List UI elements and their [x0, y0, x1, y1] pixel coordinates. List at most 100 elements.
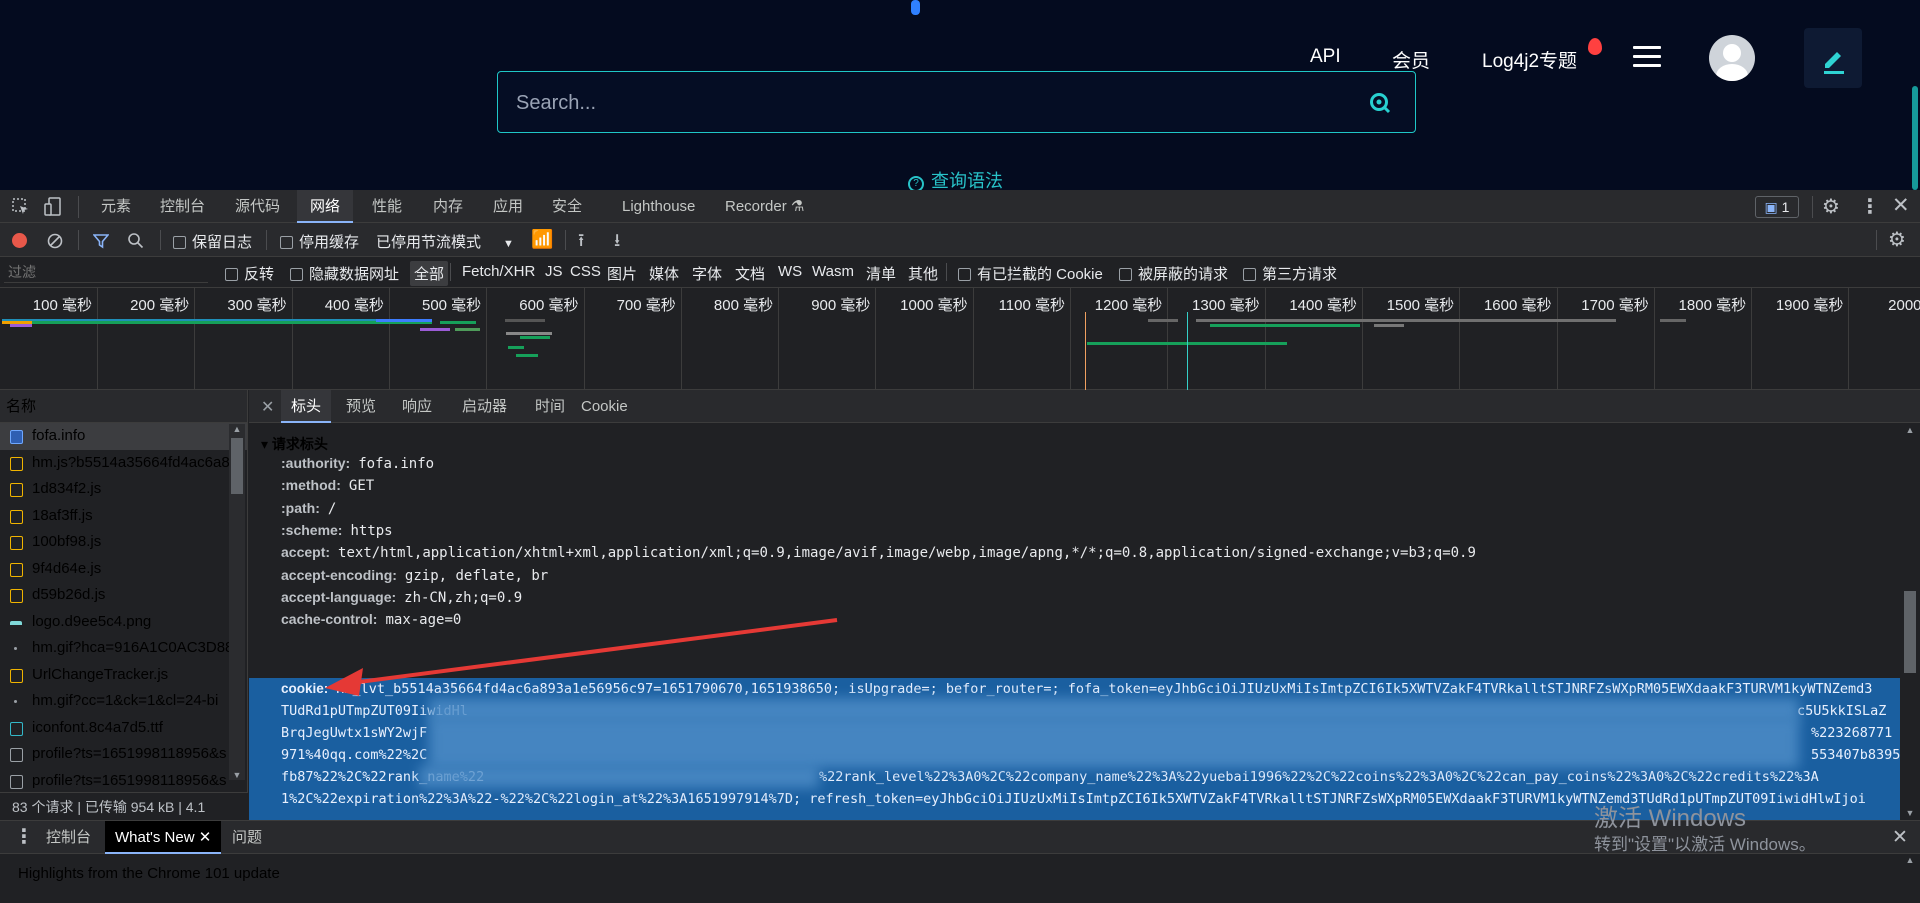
timeline-tick-label: 2000 毫 [1888, 297, 1920, 314]
request-row[interactable]: logo.d9ee5c4.png [0, 609, 247, 636]
request-row[interactable]: 9f4d64e.js [0, 556, 247, 583]
hide-data-urls-checkbox[interactable]: 隐藏数据网址 [290, 263, 399, 284]
filter-type-media[interactable]: 媒体 [649, 263, 679, 284]
invert-checkbox[interactable]: 反转 [225, 263, 274, 284]
tab-timing[interactable]: 时间 [527, 390, 573, 423]
request-row[interactable]: profile?ts=1651998118956&s [0, 768, 247, 795]
request-row[interactable]: fofa.info [0, 423, 247, 450]
record-icon[interactable] [12, 233, 27, 248]
tab-performance[interactable]: 性能 [359, 190, 415, 223]
close-drawer-icon[interactable]: ✕ [1892, 826, 1908, 849]
tab-application[interactable]: 应用 [480, 190, 536, 223]
js-file-icon [10, 536, 23, 550]
request-row[interactable]: 100bf98.js [0, 529, 247, 556]
network-settings-gear-icon[interactable]: ⚙ [1888, 227, 1906, 252]
filter-type-other[interactable]: 其他 [908, 263, 938, 284]
blocked-requests-checkbox[interactable]: 被屏蔽的请求 [1119, 263, 1228, 284]
issues-badge[interactable]: ▣ 1 [1755, 196, 1799, 218]
hamburger-menu-icon[interactable] [1633, 46, 1661, 68]
tab-elements[interactable]: 元素 [88, 190, 144, 223]
filter-type-doc[interactable]: 文档 [735, 263, 765, 284]
tab-response[interactable]: 响应 [394, 390, 440, 423]
filter-type-wasm[interactable]: Wasm [812, 263, 854, 280]
request-header-row[interactable]: accept: text/html,application/xhtml+xml,a… [281, 541, 1476, 564]
query-syntax-label[interactable]: 查询语法 [931, 171, 1003, 191]
request-row[interactable]: 18af3ff.js [0, 503, 247, 530]
page-scrollbar[interactable] [1912, 86, 1918, 190]
tab-initiator[interactable]: 启动器 [454, 390, 515, 423]
network-conditions-icon[interactable]: 📶 [531, 229, 553, 250]
search-icon[interactable] [1369, 92, 1391, 114]
request-header-row[interactable]: :method: GET [281, 474, 374, 497]
request-row[interactable]: hm.gif?hca=916A1C0AC3D88 [0, 635, 247, 662]
filter-type-ws[interactable]: WS [778, 263, 802, 280]
drawer-tab-whats-new[interactable]: What's New ✕ [105, 821, 222, 854]
tab-console[interactable]: 控制台 [147, 190, 218, 223]
filter-type-all[interactable]: 全部 [410, 261, 449, 286]
request-row[interactable]: profile?ts=1651998118956&s [0, 741, 247, 768]
preserve-log-checkbox[interactable]: 保留日志 [173, 231, 252, 252]
tab-headers[interactable]: 标头 [281, 390, 332, 423]
filter-type-img[interactable]: 图片 [607, 263, 637, 284]
request-header-row[interactable]: :path: / [281, 497, 336, 520]
filter-input[interactable] [4, 261, 208, 283]
details-scrollbar[interactable]: ▲ ▼ [1900, 423, 1920, 820]
clear-icon[interactable] [47, 233, 63, 249]
filter-type-manifest[interactable]: 清单 [866, 263, 896, 284]
blocked-cookies-checkbox[interactable]: 有已拦截的 Cookie [958, 263, 1103, 284]
filter-type-xhr[interactable]: Fetch/XHR [462, 263, 535, 280]
tab-lighthouse[interactable]: Lighthouse [609, 190, 708, 223]
drawer-menu-icon[interactable]: ⋮ [14, 824, 34, 849]
name-column-header[interactable]: 名称 [0, 390, 247, 423]
filter-type-css[interactable]: CSS [570, 263, 601, 280]
request-row[interactable]: 1d834f2.js [0, 476, 247, 503]
tab-sources[interactable]: 源代码 [222, 190, 293, 223]
dot-file-icon [14, 647, 17, 650]
third-party-checkbox[interactable]: 第三方请求 [1243, 263, 1337, 284]
request-list-scrollbar[interactable]: ▲ ▼ [229, 424, 245, 780]
request-row[interactable]: hm.gif?cc=1&ck=1&cl=24-bi [0, 688, 247, 715]
close-tab-icon[interactable]: ✕ [199, 829, 212, 846]
request-header-row[interactable]: :authority: fofa.info [281, 452, 434, 475]
tab-cookies[interactable]: Cookie [573, 390, 636, 423]
edit-button[interactable] [1804, 28, 1862, 88]
more-options-icon[interactable]: ⋮ [1860, 194, 1880, 219]
device-toolbar-icon[interactable] [44, 197, 62, 217]
network-overview-timeline[interactable]: 100 毫秒 200 毫秒 300 毫秒 400 毫秒 500 毫秒 600 毫秒 700 … [0, 288, 1920, 390]
request-header-row[interactable]: accept-language: zh-CN,zh;q=0.9 [281, 586, 522, 609]
filter-type-js[interactable]: JS [545, 263, 563, 280]
request-headers-section[interactable]: ▾ 请求标头 [261, 434, 328, 454]
nav-link-log4j[interactable]: Log4j2专题 [1482, 46, 1577, 73]
export-har-icon[interactable]: ⭳ [614, 228, 620, 258]
nav-link-member[interactable]: 会员 [1392, 46, 1430, 73]
inspect-icon[interactable] [12, 198, 30, 216]
request-row[interactable]: hm.js?b5514a35664fd4ac6a8 [0, 450, 247, 477]
filter-type-font[interactable]: 字体 [692, 263, 722, 284]
import-har-icon[interactable]: ⭱ [578, 228, 584, 258]
close-details-icon[interactable]: ✕ [261, 397, 274, 417]
nav-link-api[interactable]: API [1310, 46, 1341, 68]
request-row[interactable]: UrlChangeTracker.js [0, 662, 247, 689]
request-row[interactable]: iconfont.8c4a7d5.ttf [0, 715, 247, 742]
search-icon[interactable] [127, 232, 144, 249]
filter-icon[interactable] [93, 233, 109, 249]
avatar[interactable] [1709, 35, 1755, 81]
drawer-tab-console[interactable]: 控制台 [34, 821, 103, 854]
throttling-select[interactable]: 已停用节流模式 ▼ [376, 231, 514, 252]
tab-preview[interactable]: 预览 [338, 390, 384, 423]
annotation-arrow [325, 618, 838, 696]
request-row[interactable]: d59b26d.js [0, 582, 247, 609]
tab-recorder[interactable]: Recorder ⚗ [712, 190, 817, 223]
request-header-row[interactable]: :scheme: https [281, 519, 393, 542]
search-box[interactable] [497, 71, 1416, 133]
settings-gear-icon[interactable]: ⚙ [1822, 194, 1840, 219]
drawer-tab-issues[interactable]: 问题 [222, 821, 272, 854]
tab-security[interactable]: 安全 [539, 190, 595, 223]
tab-memory[interactable]: 内存 [420, 190, 476, 223]
search-input[interactable] [516, 88, 1336, 118]
disable-cache-checkbox[interactable]: 停用缓存 [280, 231, 359, 252]
tab-network[interactable]: 网络 [297, 190, 354, 223]
close-devtools-icon[interactable]: ✕ [1892, 193, 1910, 218]
drawer-scrollbar[interactable]: ▲ [1902, 855, 1918, 903]
request-header-row[interactable]: accept-encoding: gzip, deflate, br [281, 564, 548, 587]
